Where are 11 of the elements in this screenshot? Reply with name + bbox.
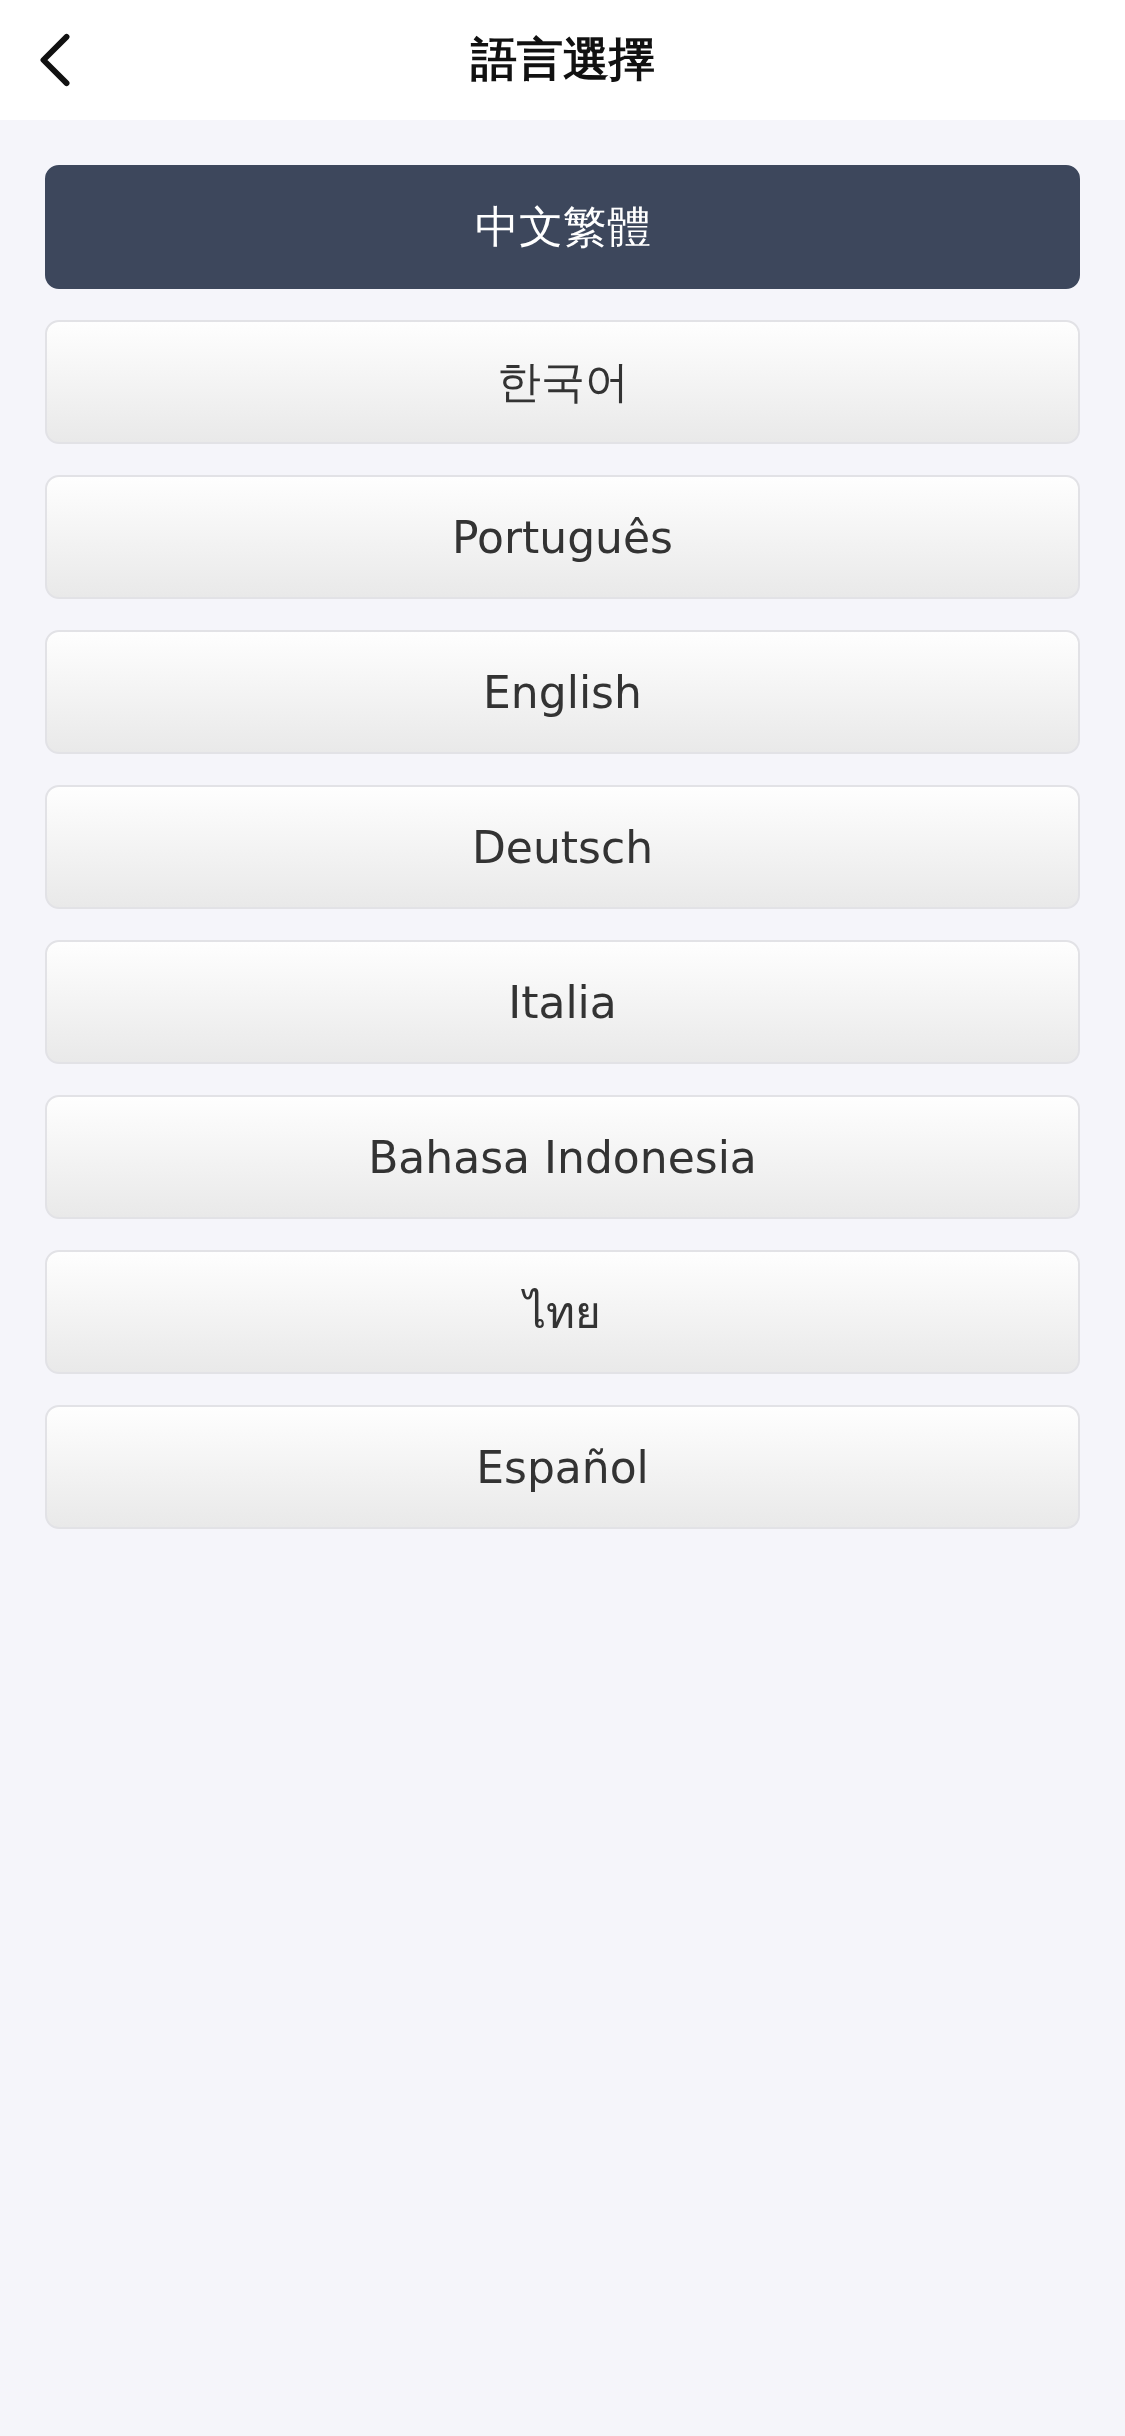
language-option[interactable]: 한국어 <box>45 320 1080 444</box>
language-option[interactable]: 中文繁體 <box>45 165 1080 289</box>
language-option[interactable]: English <box>45 630 1080 754</box>
language-option[interactable]: Deutsch <box>45 785 1080 909</box>
page-title: 語言選擇 <box>470 32 655 88</box>
language-option[interactable]: Español <box>45 1405 1080 1529</box>
back-icon <box>39 33 71 87</box>
language-option[interactable]: ไทย <box>45 1250 1080 1374</box>
language-option[interactable]: Italia <box>45 940 1080 1064</box>
language-option[interactable]: Bahasa Indonesia <box>45 1095 1080 1219</box>
language-option[interactable]: Português <box>45 475 1080 599</box>
